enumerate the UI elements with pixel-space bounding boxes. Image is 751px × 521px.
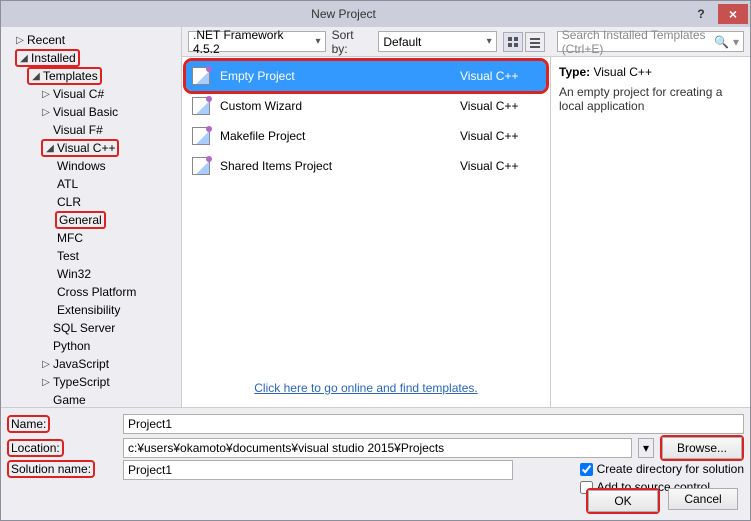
tree-vfsharp[interactable]: Visual F# xyxy=(1,121,181,139)
name-label: Name: xyxy=(7,415,50,433)
search-input[interactable]: Search Installed Templates (Ctrl+E) 🔍 ▾ xyxy=(557,31,744,52)
close-button[interactable]: × xyxy=(718,4,748,24)
type-value: Visual C++ xyxy=(593,65,651,79)
template-lang: Visual C++ xyxy=(460,99,540,113)
online-templates-link[interactable]: Click here to go online and find templat… xyxy=(186,375,546,401)
chevron-down-icon: ▾ xyxy=(733,35,739,49)
location-input[interactable] xyxy=(123,438,632,458)
tree-vcpp[interactable]: ◢Visual C++ xyxy=(1,139,181,157)
template-name: Custom Wizard xyxy=(220,99,450,113)
window-title: New Project xyxy=(1,7,686,21)
help-button[interactable]: ? xyxy=(686,4,716,24)
tree-javascript[interactable]: ▷JavaScript xyxy=(1,355,181,373)
description-panel: Type: Visual C++ An empty project for cr… xyxy=(550,57,750,407)
browse-button[interactable]: Browse... xyxy=(662,437,742,459)
view-small-icon[interactable] xyxy=(525,32,545,52)
form-area: Name: Location: ▾ Browse... Solution nam… xyxy=(1,407,750,520)
template-empty-project[interactable]: Empty Project Visual C++ xyxy=(186,61,546,91)
ok-button[interactable]: OK xyxy=(588,490,658,512)
chevron-down-icon: ▾ xyxy=(316,36,321,47)
tree-recent[interactable]: ▷Recent xyxy=(1,31,181,49)
chevron-down-icon: ▾ xyxy=(487,36,492,47)
tree-typescript[interactable]: ▷TypeScript xyxy=(1,373,181,391)
name-input[interactable] xyxy=(123,414,744,434)
tree-vcsharp[interactable]: ▷Visual C# xyxy=(1,85,181,103)
view-medium-icon[interactable] xyxy=(503,32,523,52)
template-name: Shared Items Project xyxy=(220,159,450,173)
tree-python[interactable]: Python xyxy=(1,337,181,355)
project-icon xyxy=(192,127,210,145)
template-makefile-project[interactable]: Makefile Project Visual C++ xyxy=(186,121,546,151)
template-lang: Visual C++ xyxy=(460,69,540,83)
tree-vcpp-general[interactable]: General xyxy=(1,211,181,229)
project-icon xyxy=(192,157,210,175)
tree-vcpp-win32[interactable]: Win32 xyxy=(1,265,181,283)
tree-vcpp-test[interactable]: Test xyxy=(1,247,181,265)
tree-game[interactable]: Game xyxy=(1,391,181,407)
tree-vcpp-mfc[interactable]: MFC xyxy=(1,229,181,247)
tree-vcpp-clr[interactable]: CLR xyxy=(1,193,181,211)
type-description: An empty project for creating a local ap… xyxy=(559,85,742,113)
tree-vcpp-windows[interactable]: Windows xyxy=(1,157,181,175)
titlebar: New Project ? × xyxy=(1,1,750,27)
toolbar: .NET Framework 4.5.2▾ Sort by: Default▾ … xyxy=(182,27,750,57)
category-tree[interactable]: ▷Recent ◢Installed ◢Templates ▷Visual C#… xyxy=(1,27,182,407)
cancel-button[interactable]: Cancel xyxy=(668,488,738,510)
tree-vbasic[interactable]: ▷Visual Basic xyxy=(1,103,181,121)
template-custom-wizard[interactable]: Custom Wizard Visual C++ xyxy=(186,91,546,121)
type-label: Type: xyxy=(559,65,590,79)
template-name: Empty Project xyxy=(220,69,450,83)
tree-vcpp-atl[interactable]: ATL xyxy=(1,175,181,193)
solution-name-label: Solution name: xyxy=(7,460,95,478)
create-directory-checkbox[interactable]: Create directory for solution xyxy=(578,460,744,478)
framework-combo[interactable]: .NET Framework 4.5.2▾ xyxy=(188,31,326,52)
tree-installed[interactable]: ◢Installed xyxy=(1,49,181,67)
template-lang: Visual C++ xyxy=(460,129,540,143)
project-icon xyxy=(192,67,210,85)
location-label: Location: xyxy=(7,439,64,457)
search-placeholder: Search Installed Templates (Ctrl+E) xyxy=(562,28,714,56)
sort-combo[interactable]: Default▾ xyxy=(378,31,496,52)
template-lang: Visual C++ xyxy=(460,159,540,173)
search-icon: 🔍 xyxy=(714,35,729,49)
sort-label: Sort by: xyxy=(332,28,373,56)
template-list: .NET Framework 4.5.2▾ Sort by: Default▾ … xyxy=(182,27,750,407)
main-area: ▷Recent ◢Installed ◢Templates ▷Visual C#… xyxy=(1,27,750,407)
view-buttons xyxy=(503,32,545,52)
tree-vcpp-extensibility[interactable]: Extensibility xyxy=(1,301,181,319)
tree-vcpp-crossplatform[interactable]: Cross Platform xyxy=(1,283,181,301)
template-name: Makefile Project xyxy=(220,129,450,143)
solution-name-input[interactable] xyxy=(123,460,513,480)
template-shared-items[interactable]: Shared Items Project Visual C++ xyxy=(186,151,546,181)
tree-sqlserver[interactable]: SQL Server xyxy=(1,319,181,337)
project-icon xyxy=(192,97,210,115)
chevron-down-icon[interactable]: ▾ xyxy=(638,438,654,458)
tree-templates[interactable]: ◢Templates xyxy=(1,67,181,85)
